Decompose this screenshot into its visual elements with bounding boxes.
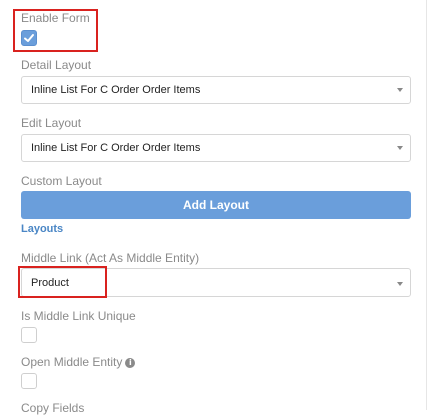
chevron-down-icon <box>397 282 403 286</box>
detail-layout-select[interactable]: Inline List For C Order Order Items <box>21 76 411 104</box>
edit-layout-select[interactable]: Inline List For C Order Order Items <box>21 134 411 162</box>
add-layout-button[interactable]: Add Layout <box>21 191 411 219</box>
edit-layout-value: Inline List For C Order Order Items <box>31 142 201 154</box>
panel-divider <box>426 0 427 410</box>
layouts-link[interactable]: Layouts <box>21 223 63 235</box>
edit-layout-label: Edit Layout <box>21 116 82 130</box>
copy-fields-label: Copy Fields <box>21 401 85 415</box>
detail-layout-label: Detail Layout <box>21 58 92 72</box>
chevron-down-icon <box>397 88 403 92</box>
check-icon <box>24 34 34 42</box>
info-icon[interactable]: i <box>125 358 136 368</box>
middle-link-label: Middle Link (Act As Middle Entity) <box>21 251 200 265</box>
open-middle-entity-checkbox[interactable] <box>21 373 37 389</box>
form-panel: Enable Form Detail Layout Inline List Fo… <box>0 0 426 415</box>
middle-link-unique-checkbox[interactable] <box>21 327 37 343</box>
detail-layout-value: Inline List For C Order Order Items <box>31 84 201 96</box>
middle-link-unique-label: Is Middle Link Unique <box>21 309 136 323</box>
enable-form-checkbox[interactable] <box>21 30 37 46</box>
middle-link-select[interactable]: Product <box>21 268 411 297</box>
open-middle-entity-text: Open Middle Entity <box>21 355 123 369</box>
chevron-down-icon <box>397 146 403 150</box>
enable-form-label: Enable Form <box>21 11 90 25</box>
middle-link-value: Product <box>31 277 69 289</box>
open-middle-entity-label: Open Middle Entity i <box>21 355 136 369</box>
custom-layout-label: Custom Layout <box>21 174 102 188</box>
